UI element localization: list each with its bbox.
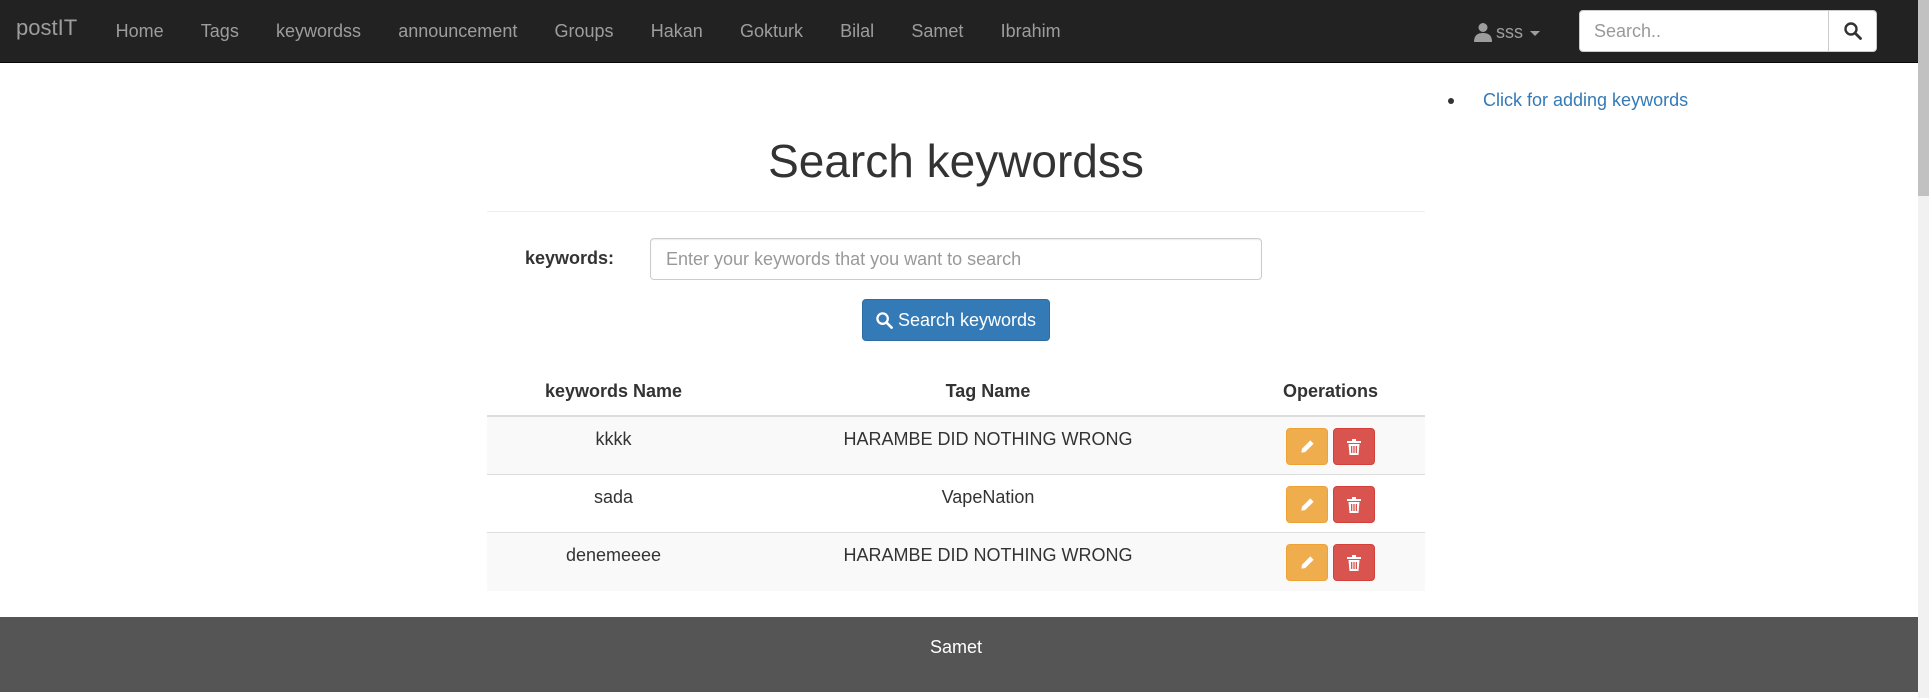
- keyword-cell: sada: [593, 487, 634, 507]
- top-navbar: postIT Home Tags keywordss announcement …: [0, 0, 1918, 63]
- nav-link-keywordss[interactable]: keywordss: [257, 0, 379, 63]
- nav-link-bilal[interactable]: Bilal: [822, 0, 893, 63]
- tag-cell: HARAMBE DID NOTHING WRONG: [843, 429, 1133, 449]
- operations-cell: [1236, 533, 1425, 591]
- operations-cell: [1236, 475, 1425, 532]
- nav-link-ibrahim[interactable]: Ibrahim: [982, 0, 1079, 63]
- keywords-label: keywords:: [525, 248, 615, 268]
- trash-icon: [1347, 438, 1361, 455]
- header-operations: Operations: [1282, 381, 1379, 401]
- user-dropdown[interactable]: sss: [1474, 0, 1540, 63]
- search-icon: [1843, 22, 1862, 40]
- keyword-cell: kkkk: [595, 429, 632, 449]
- page-footer: Samet: [0, 617, 1918, 692]
- operations-cell: [1236, 417, 1425, 474]
- tag-cell: HARAMBE DID NOTHING WRONG: [843, 545, 1133, 565]
- search-keywords-button[interactable]: Search keywords: [862, 299, 1050, 341]
- page-title: Search keywordss: [768, 135, 1144, 187]
- keywords-search-input[interactable]: [650, 238, 1262, 280]
- edit-button[interactable]: [1286, 486, 1328, 523]
- nav-link-groups[interactable]: Groups: [536, 0, 632, 63]
- delete-button[interactable]: [1333, 486, 1375, 523]
- table-row: denemeeee HARAMBE DID NOTHING WRONG: [487, 533, 1425, 591]
- search-keywords-label: Search keywords: [897, 309, 1037, 330]
- delete-button[interactable]: [1333, 428, 1375, 465]
- trash-icon: [1347, 496, 1361, 513]
- table-row: kkkk HARAMBE DID NOTHING WRONG: [487, 417, 1425, 475]
- nav-link-announcement[interactable]: announcement: [380, 0, 536, 63]
- search-icon: [876, 311, 893, 329]
- edit-button[interactable]: [1286, 544, 1328, 581]
- user-icon: [1474, 22, 1492, 42]
- caret-down-icon: [1530, 30, 1540, 36]
- scrollbar-thumb[interactable]: [1918, 0, 1929, 196]
- nav-link-samet[interactable]: Samet: [893, 0, 982, 63]
- keyword-cell: denemeeee: [565, 545, 662, 565]
- header-tag-name: Tag Name: [945, 381, 1031, 401]
- brand-logo[interactable]: postIT: [16, 15, 77, 41]
- table-header: keywords Name Tag Name Operations: [487, 372, 1425, 417]
- delete-button[interactable]: [1333, 544, 1375, 581]
- footer-text: Samet: [929, 637, 983, 657]
- table-row: sada VapeNation: [487, 475, 1425, 533]
- trash-icon: [1347, 554, 1361, 571]
- list-bullet: [1448, 98, 1454, 104]
- pencil-icon: [1300, 440, 1314, 453]
- navbar-search-button[interactable]: [1828, 10, 1877, 52]
- nav-link-tags[interactable]: Tags: [182, 0, 257, 63]
- tag-cell: VapeNation: [941, 487, 1035, 507]
- pencil-icon: [1300, 498, 1314, 511]
- header-keywords-name: keywords Name: [544, 381, 683, 401]
- title-divider: [487, 211, 1425, 212]
- edit-button[interactable]: [1286, 428, 1328, 465]
- nav-link-home[interactable]: Home: [97, 0, 182, 63]
- keywords-table: keywords Name Tag Name Operations kkkk H…: [487, 372, 1425, 591]
- user-name: sss: [1496, 21, 1523, 42]
- navbar-search-input[interactable]: [1579, 10, 1829, 52]
- pencil-icon: [1300, 556, 1314, 569]
- add-keywords-link[interactable]: Click for adding keywords: [1483, 90, 1688, 111]
- nav-link-hakan[interactable]: Hakan: [632, 0, 721, 63]
- nav-link-gokturk[interactable]: Gokturk: [721, 0, 821, 63]
- nav-links: Home Tags keywordss announcement Groups …: [97, 0, 1079, 63]
